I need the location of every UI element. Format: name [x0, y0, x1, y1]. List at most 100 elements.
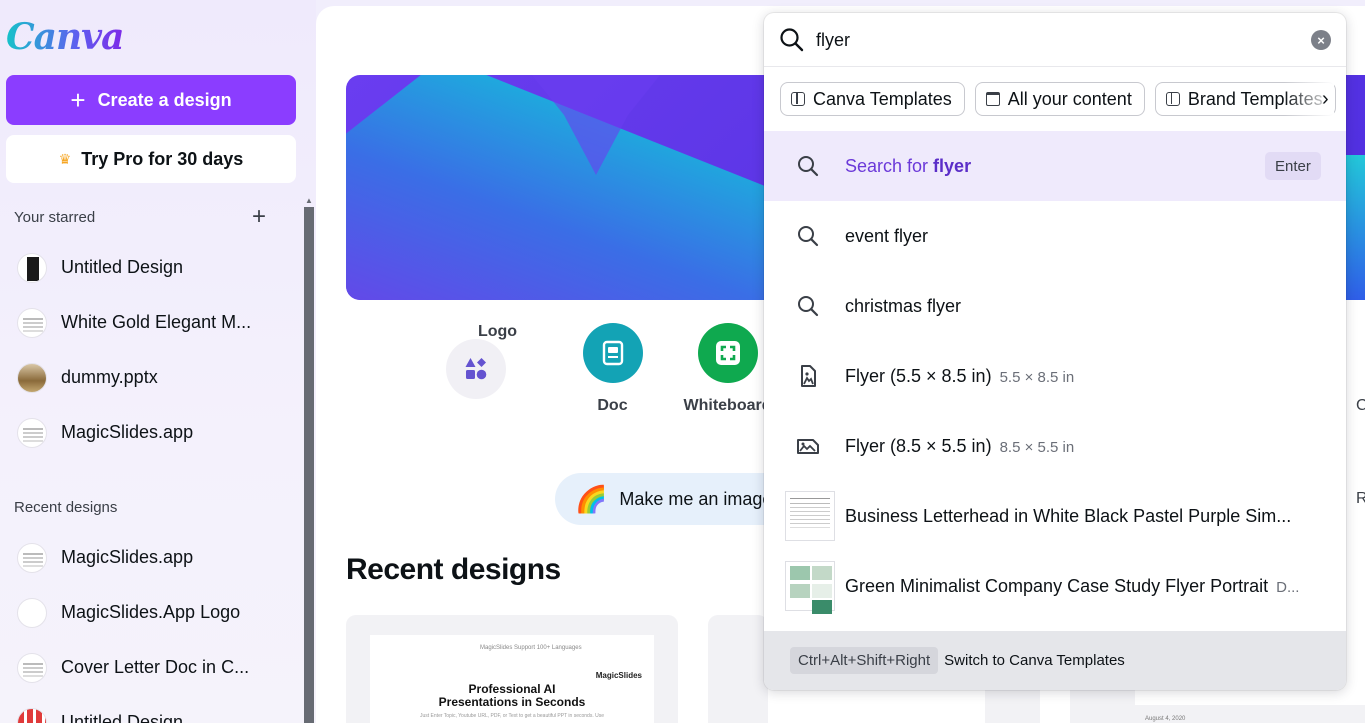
scroll-up-arrow-icon[interactable]: ▲ — [305, 196, 313, 205]
shortcut-action: Switch to Canva Templates — [944, 652, 1125, 669]
search-result-design-size[interactable]: Flyer (8.5 × 5.5 in) 8.5 × 5.5 in — [764, 411, 1346, 481]
design-type-logo[interactable]: Logo — [440, 323, 555, 415]
result-label: Flyer (8.5 × 5.5 in) 8.5 × 5.5 in — [845, 435, 1075, 456]
design-thumbnail — [17, 252, 47, 283]
design-thumbnail — [17, 597, 47, 628]
recent-list: MagicSlides.app MagicSlides.App Logo Cov… — [0, 530, 300, 723]
preview-brand: MagicSlides — [595, 671, 642, 680]
design-preview: MagicSlides Support 100+ Languages Magic… — [370, 635, 654, 723]
search-dropdown: × Canva Templates All your content Brand… — [764, 13, 1346, 690]
design-thumbnail — [17, 542, 47, 573]
search-icon — [798, 226, 819, 247]
sidebar-item-label: MagicSlides.app — [61, 547, 194, 567]
sidebar-item-label: Untitled Design — [61, 257, 184, 277]
sidebar-item-starred[interactable]: Untitled Design — [0, 240, 300, 295]
logo-shapes-icon — [446, 339, 506, 399]
result-meta: 8.5 × 5.5 in — [999, 438, 1075, 456]
result-label: Flyer (5.5 × 8.5 in) 5.5 × 8.5 in — [845, 365, 1075, 386]
chip-label: All your content — [1007, 88, 1132, 109]
sidebar-item-starred[interactable]: White Gold Elegant M... — [0, 295, 300, 350]
create-design-button[interactable]: + Create a design — [6, 75, 296, 125]
search-result-query[interactable]: Search for flyer Enter — [764, 131, 1346, 201]
recent-section-title: Recent designs — [14, 499, 118, 516]
sidebar-item-starred[interactable]: dummy.pptx — [0, 350, 300, 405]
search-icon — [780, 28, 804, 52]
brand-template-icon — [1165, 92, 1180, 106]
search-input[interactable] — [816, 25, 1296, 55]
template-thumbnail — [785, 561, 835, 611]
sidebar-item-label: MagicSlides.app — [61, 422, 194, 442]
design-thumbnail — [17, 307, 47, 338]
result-meta: D... — [1276, 578, 1300, 596]
recent-designs-heading: Recent designs — [346, 553, 561, 586]
chevron-right-icon[interactable]: › — [1322, 89, 1329, 109]
result-label: Business Letterhead in White Black Paste… — [845, 505, 1292, 526]
rainbow-icon: 🌈 — [575, 484, 608, 514]
plus-icon: + — [70, 85, 86, 115]
design-type-label: Doc — [597, 397, 628, 414]
portrait-image-icon — [801, 365, 816, 387]
search-scope-chips: Canva Templates All your content Brand T… — [780, 82, 1336, 116]
design-type-doc[interactable]: Doc — [555, 323, 670, 415]
doc-icon — [582, 323, 643, 383]
starred-section-title: Your starred — [14, 209, 96, 226]
design-thumbnail — [17, 417, 47, 448]
preview-date: August 4, 2020 — [1145, 716, 1186, 722]
search-suggestion[interactable]: event flyer — [764, 201, 1346, 271]
design-thumbnail — [17, 362, 47, 393]
folder-icon — [985, 92, 1000, 106]
chip-all-content[interactable]: All your content — [974, 82, 1145, 116]
preview-top-line: MagicSlides Support 100+ Languages — [480, 645, 582, 651]
design-thumbnail — [17, 652, 47, 683]
result-meta: 5.5 × 8.5 in — [999, 368, 1075, 386]
sidebar-item-label: dummy.pptx — [61, 367, 158, 387]
recent-design-card[interactable]: MagicSlides Support 100+ Languages Magic… — [346, 615, 678, 723]
design-type-row: Logo Doc Whiteboard — [440, 323, 785, 415]
enter-key-hint: Enter — [1265, 152, 1321, 180]
search-result-template[interactable]: Business Letterhead in White Black Paste… — [764, 481, 1346, 551]
sidebar-item-label: Untitled Design — [61, 712, 184, 723]
search-bar: × — [764, 13, 1346, 67]
try-pro-label: Try Pro for 30 days — [81, 148, 244, 169]
result-label: Search for flyer — [845, 155, 972, 176]
result-label: christmas flyer — [845, 295, 962, 316]
create-design-label: Create a design — [97, 89, 232, 110]
make-image-label: Make me an image — [619, 488, 773, 509]
search-icon — [798, 156, 819, 177]
search-results: Search for flyer Enter event flyer chris… — [764, 131, 1346, 621]
sidebar-item-starred[interactable]: MagicSlides.app — [0, 405, 300, 460]
whiteboard-icon — [697, 323, 758, 383]
add-starred-icon[interactable]: + — [252, 205, 266, 229]
sidebar-scrollbar[interactable] — [304, 207, 314, 723]
offscreen-item-letter: R — [1356, 490, 1365, 507]
template-thumbnail — [785, 491, 835, 541]
sidebar: Canva + Create a design ♛ Try Pro for 30… — [0, 0, 316, 723]
sidebar-item-recent[interactable]: MagicSlides.app — [0, 530, 300, 585]
sidebar-item-label: Cover Letter Doc in C... — [61, 657, 250, 677]
try-pro-button[interactable]: ♛ Try Pro for 30 days — [6, 135, 296, 183]
crown-icon: ♛ — [58, 150, 72, 167]
result-label: Green Minimalist Company Case Study Flye… — [845, 575, 1300, 596]
canva-logo[interactable]: Canva — [6, 16, 124, 58]
chip-canva-templates[interactable]: Canva Templates — [780, 82, 965, 116]
clear-search-icon[interactable]: × — [1311, 30, 1331, 50]
design-type-label: Logo — [477, 323, 518, 340]
search-suggestion[interactable]: christmas flyer — [764, 271, 1346, 341]
search-result-template[interactable]: Green Minimalist Company Case Study Flye… — [764, 551, 1346, 621]
chip-label: Canva Templates — [813, 88, 952, 109]
preview-title-line: Presentations in Seconds — [438, 695, 586, 709]
result-label: event flyer — [845, 225, 929, 246]
sidebar-item-recent[interactable]: Cover Letter Doc in C... — [0, 640, 300, 695]
search-icon — [798, 296, 819, 317]
design-thumbnail — [17, 707, 47, 723]
starred-list: Untitled Design White Gold Elegant M... … — [0, 240, 300, 460]
keyboard-shortcut: Ctrl+Alt+Shift+Right — [790, 647, 939, 674]
sidebar-item-label: White Gold Elegant M... — [61, 312, 252, 332]
search-result-design-size[interactable]: Flyer (5.5 × 8.5 in) 5.5 × 8.5 in — [764, 341, 1346, 411]
preview-subtitle: Just Enter Topic, Youtube URL, PDF, or T… — [420, 713, 604, 719]
template-icon — [791, 92, 805, 106]
sidebar-item-recent[interactable]: Untitled Design — [0, 695, 300, 723]
sidebar-item-recent[interactable]: MagicSlides.App Logo — [0, 585, 300, 640]
landscape-image-icon — [797, 439, 819, 454]
recent-design-card[interactable] — [708, 615, 768, 723]
